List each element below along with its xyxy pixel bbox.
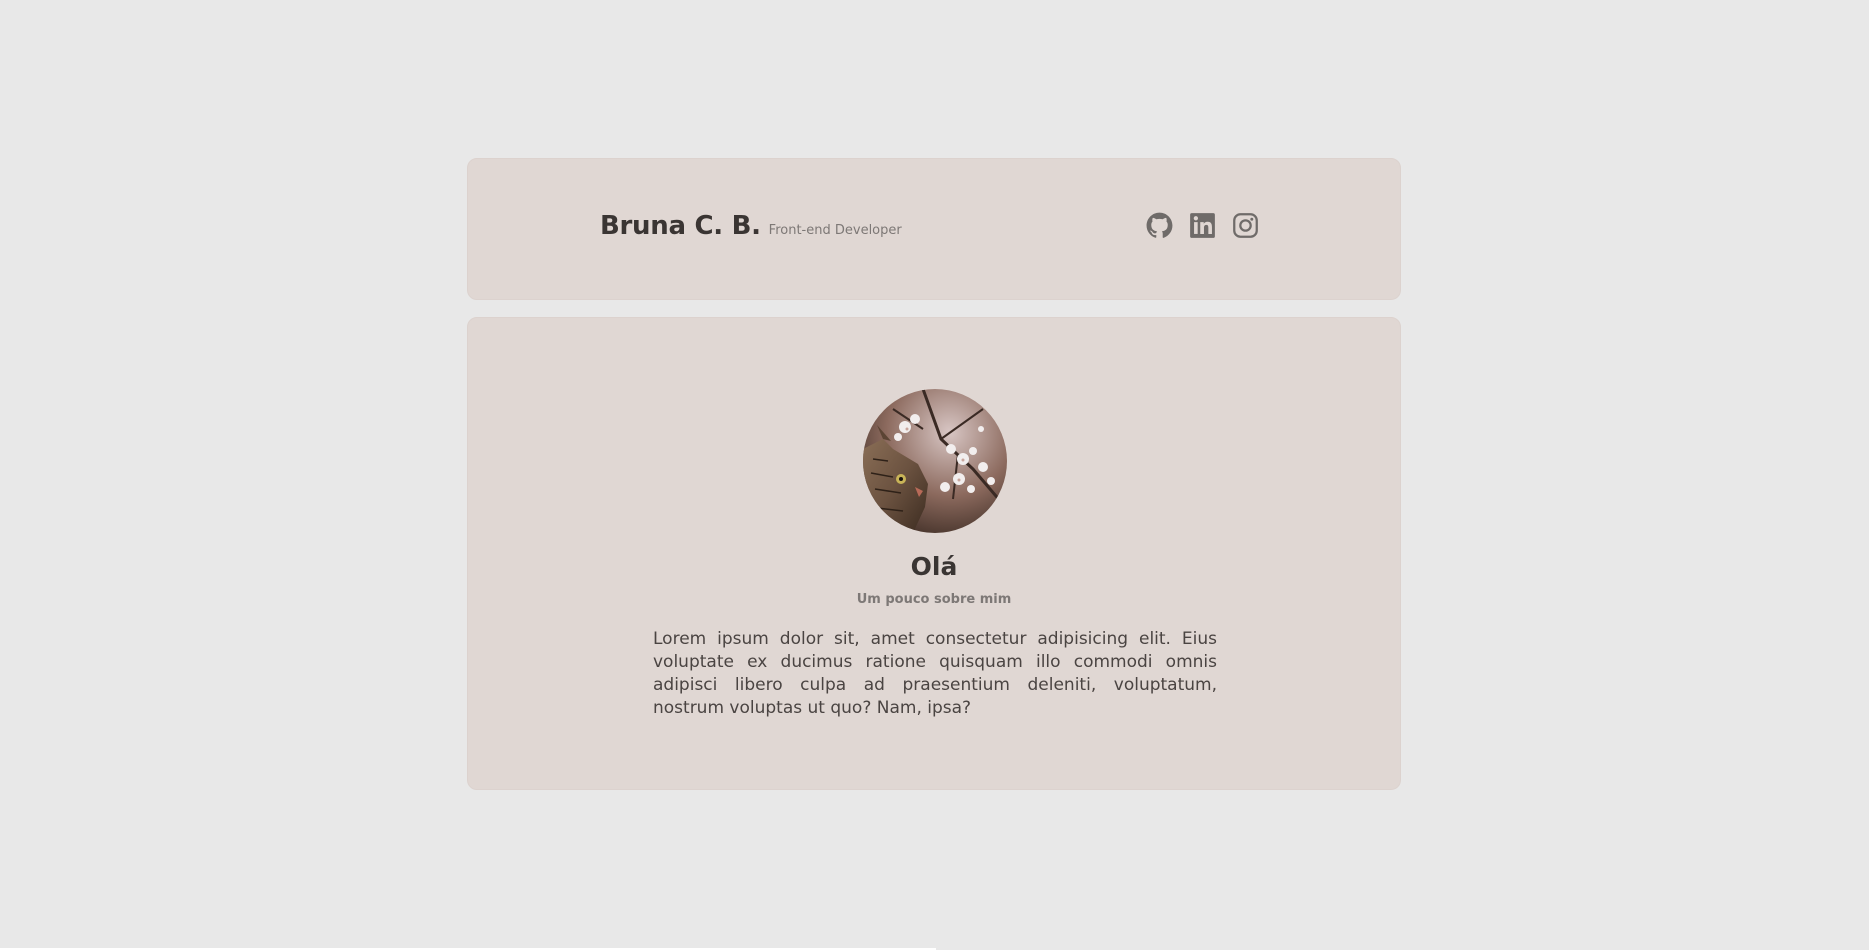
linkedin-icon[interactable] [1189,212,1216,239]
cat-photo [863,389,1007,533]
instagram-icon[interactable] [1232,212,1259,239]
social-links [1146,212,1259,239]
avatar [863,389,1007,533]
about-card: Olá Um pouco sobre mim Lorem ipsum dolor… [467,317,1401,790]
about-subtitle: Um pouco sobre mim [856,592,1012,607]
page: Bruna C. B. Front-end Developer Olá Um p… [0,0,1869,950]
header-card: Bruna C. B. Front-end Developer [467,158,1401,300]
brand-role: Front-end Developer [768,223,902,238]
bio-text: Lorem ipsum dolor sit, amet consectetur … [653,629,1217,718]
github-icon[interactable] [1146,212,1173,239]
greeting-title: Olá [910,552,958,581]
brand-name: Bruna C. B. [600,211,761,241]
brand: Bruna C. B. Front-end Developer [600,211,902,241]
